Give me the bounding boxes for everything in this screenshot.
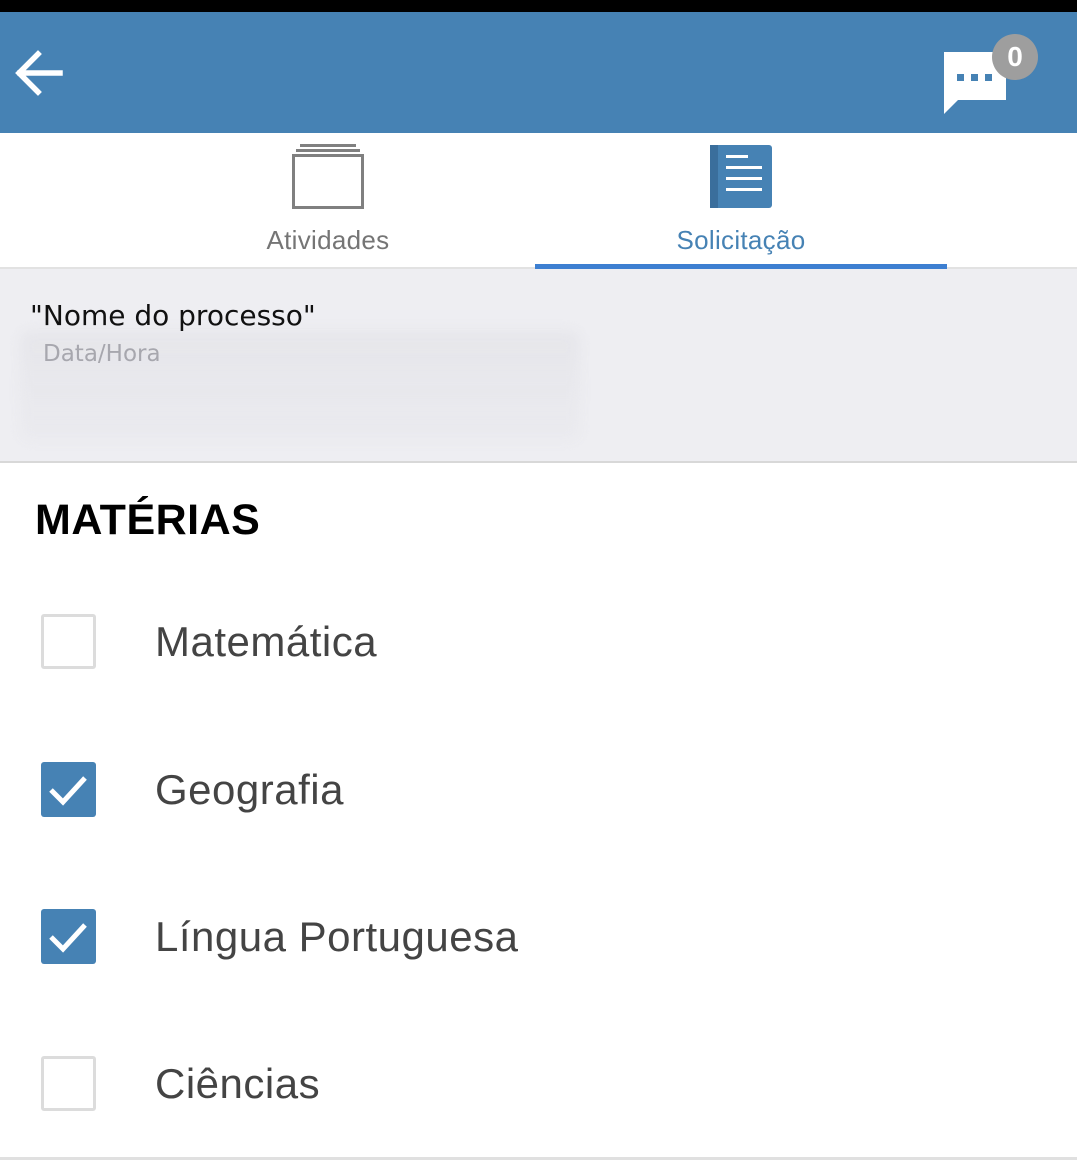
section-title: MATÉRIAS xyxy=(35,496,261,544)
option-lingua-portuguesa[interactable]: Língua Portuguesa xyxy=(0,877,1077,997)
checkbox-unchecked[interactable] xyxy=(41,1056,96,1111)
option-ciencias[interactable]: Ciências xyxy=(0,1024,1077,1144)
tab-label: Solicitação xyxy=(676,225,806,255)
app-bar: 0 xyxy=(0,12,1077,133)
option-geografia[interactable]: Geografia xyxy=(0,730,1077,850)
divider xyxy=(0,1157,1077,1160)
process-info-panel: "Nome do processo" Data/Hora xyxy=(0,269,1077,463)
option-label: Ciências xyxy=(155,1060,321,1107)
option-label: Língua Portuguesa xyxy=(155,913,519,960)
arrow-left-icon xyxy=(15,50,63,96)
tab-request[interactable]: Solicitação xyxy=(535,133,947,269)
process-name: "Nome do processo" xyxy=(30,299,316,332)
notification-badge: 0 xyxy=(992,34,1038,80)
document-icon xyxy=(710,145,772,208)
checkmark-icon xyxy=(49,923,87,953)
option-label: Matemática xyxy=(155,618,378,665)
checkmark-icon xyxy=(49,776,87,806)
option-label: Geografia xyxy=(155,766,344,813)
checkbox-checked[interactable] xyxy=(41,762,96,817)
status-bar xyxy=(0,0,1077,12)
messages-button[interactable]: 0 xyxy=(938,34,1048,124)
tab-label: Atividades xyxy=(266,225,390,255)
tab-activities[interactable]: Atividades xyxy=(122,133,534,267)
checkbox-unchecked[interactable] xyxy=(41,614,96,669)
option-matematica[interactable]: Matemática xyxy=(0,582,1077,702)
tab-bar: Atividades Solicitação xyxy=(0,133,1077,269)
checkbox-checked[interactable] xyxy=(41,909,96,964)
back-button[interactable] xyxy=(12,48,64,98)
stacked-cards-icon xyxy=(292,144,364,209)
process-datetime: Data/Hora xyxy=(43,341,161,367)
